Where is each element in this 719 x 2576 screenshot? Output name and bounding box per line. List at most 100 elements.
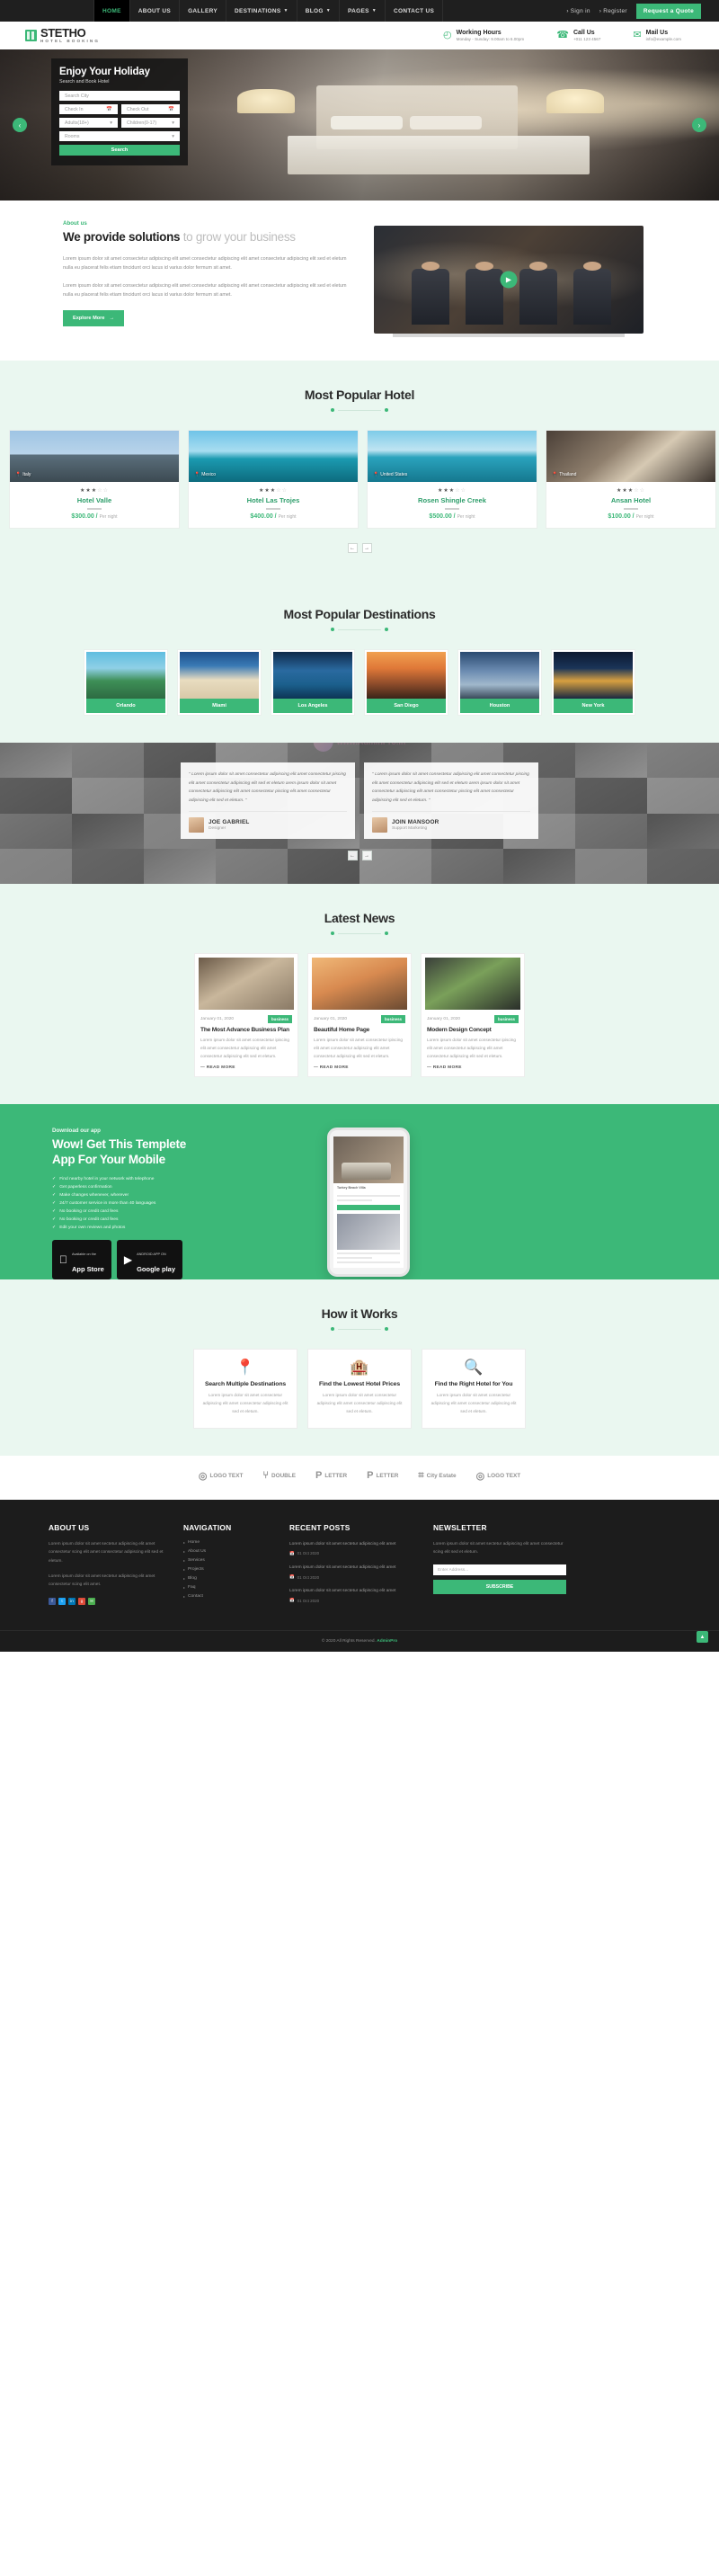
news-title[interactable]: Modern Design Concept <box>427 1027 519 1033</box>
destination-card[interactable]: New York <box>551 649 635 716</box>
rooms-select[interactable]: Rooms ▾ <box>59 131 180 141</box>
hotel-location-label: Italy <box>22 472 31 477</box>
destination-image <box>367 652 446 699</box>
search-button[interactable]: Search <box>59 145 180 156</box>
brand-logo[interactable]: ◎ LOGO TEXT <box>476 1470 521 1482</box>
footer-nav-item[interactable]: ▸ Home <box>183 1540 270 1545</box>
news-read-more-link[interactable]: — READ MORE <box>200 1065 292 1070</box>
testimonial-prev-button[interactable]: ← <box>347 851 358 861</box>
hero-prev-button[interactable]: ‹ <box>13 118 27 132</box>
footer-recent-post[interactable]: Lorem ipsum dolor sit amet sectetur adip… <box>289 1564 413 1580</box>
testimonial-next-button[interactable]: → <box>361 851 372 861</box>
phone-icon: ☎ <box>556 30 569 40</box>
destination-card[interactable]: Orlando <box>84 649 168 716</box>
social-icon-tw[interactable]: t <box>58 1597 66 1605</box>
app-feature-item: ✓ No booking or credit card fees <box>52 1217 297 1222</box>
social-icon-in[interactable]: in <box>68 1597 75 1605</box>
check-out-placeholder: Check Out <box>127 106 149 112</box>
brand-logo[interactable]: ◎ LOGO TEXT <box>199 1470 244 1482</box>
hotel-card[interactable]: 📍 United States ★★★☆☆ Rosen Shingle Creek… <box>367 430 537 529</box>
news-category-badge[interactable]: business <box>380 1015 405 1024</box>
hotel-next-button[interactable]: → <box>361 543 372 553</box>
google-play-store-button[interactable]: ▶ ANDROID APP ON Google play <box>116 1240 183 1280</box>
search-city-input[interactable]: Search City <box>59 91 180 101</box>
news-category-badge[interactable]: business <box>267 1015 292 1024</box>
footer-nav-item[interactable]: ▸ Projects <box>183 1567 270 1572</box>
hotel-name[interactable]: Hotel Las Trojes <box>189 496 358 504</box>
destination-card[interactable]: Houston <box>457 649 542 716</box>
footer-nav-item[interactable]: ▸ Contact <box>183 1594 270 1599</box>
check-out-input[interactable]: Check Out 📅 <box>121 104 180 114</box>
newsletter-email-input[interactable]: Enter Address... <box>433 1564 566 1576</box>
copyright-text: © 2020 All Rights Reserved. <box>321 1639 376 1645</box>
how-it-works-section: How it Works 📍 Search Multiple Destinati… <box>0 1279 719 1456</box>
hero-next-button[interactable]: › <box>692 118 706 132</box>
news-card[interactable]: January 01, 2020 business The Most Advan… <box>194 953 298 1078</box>
sign-in-link[interactable]: › Sign in <box>566 8 590 14</box>
news-card[interactable]: January 01, 2020 business Beautiful Home… <box>307 953 412 1078</box>
nav-item-destinations[interactable]: DESTINATIONS ▼ <box>225 0 297 22</box>
nav-item-pages[interactable]: PAGES ▼ <box>338 0 385 22</box>
news-category-badge[interactable]: business <box>493 1015 519 1024</box>
footer-nav-item[interactable]: ▸ Blog <box>183 1576 270 1581</box>
nav-item-about-us[interactable]: ABOUT US <box>129 0 179 22</box>
request-quote-button[interactable]: Request a Quote <box>635 3 701 19</box>
footer-nav-item[interactable]: ▸ Services <box>183 1558 270 1563</box>
nav-item-home[interactable]: HOME <box>93 0 129 22</box>
news-title[interactable]: Beautiful Home Page <box>314 1027 405 1033</box>
nav-item-gallery[interactable]: GALLERY <box>179 0 226 22</box>
brand-logo[interactable]: P LETTER <box>367 1470 398 1481</box>
destination-card[interactable]: Los Angeles <box>271 649 355 716</box>
hotel-card[interactable]: 📍 Mexico ★★★☆☆ Hotel Las Trojes $400.00 /… <box>188 430 359 529</box>
adults-select[interactable]: Adults(18+) ▾ <box>59 118 118 128</box>
destination-card[interactable]: Miami <box>177 649 262 716</box>
brand-logo[interactable]: P LETTER <box>315 1470 347 1481</box>
news-read-more-link[interactable]: — READ MORE <box>314 1065 405 1070</box>
social-icon-ml[interactable]: ✉ <box>88 1597 95 1605</box>
how-card-text: Lorem ipsum dolor sit amet consectetur a… <box>202 1393 288 1413</box>
play-button-icon[interactable]: ▶ <box>500 271 518 289</box>
hotel-name[interactable]: Ansan Hotel <box>546 496 715 504</box>
about-video[interactable]: ▶ <box>374 226 644 334</box>
site-logo[interactable]: STETHO HOTEL BOOKING <box>25 27 100 44</box>
footer-nav-item[interactable]: ▸ Faq <box>183 1585 270 1590</box>
how-card[interactable]: 🔍 Find the Right Hotel for You Lorem ips… <box>422 1349 526 1429</box>
news-card[interactable]: January 01, 2020 business Modern Design … <box>421 953 525 1078</box>
news-read-more-link[interactable]: — READ MORE <box>427 1065 519 1070</box>
check-in-input[interactable]: Check In 📅 <box>59 104 118 114</box>
footer-recent-post[interactable]: Lorem ipsum dolor sit amet sectetur adip… <box>289 1540 413 1556</box>
hotel-card[interactable]: 📍 Italy ★★★☆☆ Hotel Valle $300.00 / Per n… <box>9 430 180 529</box>
register-link[interactable]: › Register <box>599 8 627 14</box>
hero-subtitle: Search and Book Hotel <box>59 79 110 85</box>
hotel-prev-button[interactable]: ← <box>347 543 358 553</box>
phone-text-line <box>337 1257 372 1260</box>
hotel-name[interactable]: Rosen Shingle Creek <box>368 496 537 504</box>
footer-nav-item[interactable]: ▸ About Us <box>183 1549 270 1554</box>
newsletter-subscribe-button[interactable]: SUBSCRIBE <box>433 1580 566 1595</box>
destination-card[interactable]: San Diego <box>364 649 448 716</box>
explore-more-button[interactable]: Explore More → <box>63 310 125 327</box>
children-select[interactable]: Children(0-17) ▾ <box>121 118 180 128</box>
how-card[interactable]: 📍 Search Multiple Destinations Lorem ips… <box>193 1349 297 1429</box>
apple-store-button[interactable]:  Available on the App Store <box>52 1240 111 1280</box>
hotel-name[interactable]: Hotel Valle <box>10 496 179 504</box>
how-card[interactable]: 🏨 Find the Lowest Hotel Prices Lorem ips… <box>307 1349 412 1429</box>
social-icon-gp[interactable]: g <box>78 1597 85 1605</box>
copyright-brand[interactable]: AdminPro <box>377 1639 397 1644</box>
nav-item-contact-us[interactable]: CONTACT US <box>385 0 444 22</box>
destinations-title: Most Popular Destinations <box>283 607 436 621</box>
testimonial-author: JOE GABRIEL <box>209 819 250 826</box>
brand-logo[interactable]: ⌗ City Estate <box>418 1470 456 1482</box>
map-pin-icon: 📍 <box>373 472 379 477</box>
news-title[interactable]: The Most Advance Business Plan <box>200 1027 292 1033</box>
scroll-to-top-button[interactable]: ▲ <box>697 1631 708 1644</box>
brand-logo[interactable]: ⑂ DOUBLE <box>262 1470 296 1481</box>
nav-item-blog[interactable]: BLOG ▼ <box>296 0 339 22</box>
phone-cta-button <box>337 1205 400 1211</box>
footer-recent-post[interactable]: Lorem ipsum dolor sit amet sectetur adip… <box>289 1587 413 1603</box>
explore-more-label: Explore More <box>73 316 105 322</box>
hotel-card[interactable]: 📍 Thailand ★★★☆☆ Ansan Hotel $100.00 / Pe… <box>546 430 716 529</box>
footer-about-heading: ABOUT US <box>49 1522 90 1532</box>
app-feature-item: ✓ Make changes whenever, wherever <box>52 1192 297 1198</box>
social-icon-fb[interactable]: f <box>49 1597 56 1605</box>
